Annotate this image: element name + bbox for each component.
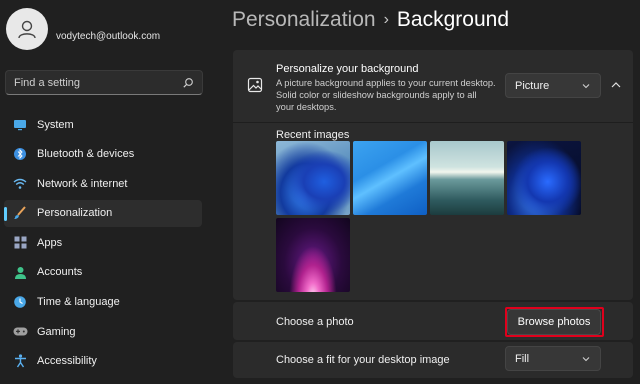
- sidebar-item-bluetooth[interactable]: Bluetooth & devices: [4, 141, 202, 168]
- accessibility-icon: [12, 353, 28, 369]
- recent-image-thumbnail[interactable]: [353, 141, 427, 215]
- recent-image-thumbnail[interactable]: [276, 141, 350, 215]
- sidebar-item-accounts[interactable]: Accounts: [4, 259, 202, 286]
- personalize-background-header[interactable]: Personalize your background A picture ba…: [233, 50, 633, 122]
- divider: [233, 122, 633, 123]
- search-input[interactable]: Find a setting: [14, 77, 80, 89]
- sidebar-item-time-language[interactable]: Time & language: [4, 289, 202, 316]
- background-type-dropdown[interactable]: Picture: [505, 73, 601, 98]
- avatar[interactable]: [6, 8, 48, 50]
- breadcrumb: Personalization › Background: [232, 8, 509, 32]
- apps-icon: [12, 235, 28, 251]
- sidebar-item-gaming[interactable]: Gaming: [4, 318, 202, 345]
- sidebar: vodytech@outlook.com Find a setting Syst…: [0, 0, 212, 384]
- sidebar-item-label: Accessibility: [37, 355, 97, 368]
- sidebar-item-accessibility[interactable]: Accessibility: [4, 348, 202, 375]
- sidebar-item-personalization[interactable]: Personalization: [4, 199, 202, 227]
- sidebar-item-label: Accounts: [37, 266, 83, 279]
- sidebar-item-system[interactable]: System: [4, 111, 202, 138]
- sidebar-item-label: Time & language: [37, 296, 120, 309]
- sidebar-item-label: Apps: [37, 236, 63, 249]
- page-title: Background: [396, 8, 509, 31]
- sidebar-item-network[interactable]: Network & internet: [4, 170, 202, 197]
- bluetooth-icon: [12, 146, 28, 162]
- personalize-background-description: A picture background applies to your cur…: [276, 78, 496, 112]
- breadcrumb-separator: ›: [383, 11, 389, 28]
- search-icon[interactable]: [182, 77, 194, 89]
- personalize-background-title: Personalize your background: [276, 63, 419, 75]
- sidebar-item-label: Gaming: [37, 325, 76, 338]
- person-icon: [12, 264, 28, 280]
- sidebar-item-label: System: [37, 118, 74, 131]
- breadcrumb-parent[interactable]: Personalization: [232, 8, 376, 31]
- sidebar-item-label: Personalization: [37, 207, 113, 220]
- user-icon: [18, 20, 36, 39]
- fit-label: Choose a fit for your desktop image: [276, 354, 450, 366]
- recent-image-thumbnail[interactable]: [276, 218, 350, 292]
- brush-icon: [12, 205, 28, 221]
- chevron-down-icon: [582, 84, 590, 89]
- gamepad-icon: [12, 324, 28, 340]
- personalize-background-card: Personalize your background A picture ba…: [233, 50, 633, 300]
- choose-photo-label: Choose a photo: [276, 316, 354, 328]
- fit-value: Fill: [515, 352, 530, 365]
- recent-images-label: Recent images: [276, 129, 350, 141]
- recent-image-thumbnail[interactable]: [507, 141, 581, 215]
- sidebar-item-label: Bluetooth & devices: [37, 148, 135, 161]
- globe-clock-icon: [12, 294, 28, 310]
- account-email: vodytech@outlook.com: [56, 31, 161, 42]
- recent-image-thumbnail[interactable]: [430, 141, 504, 215]
- chevron-up-icon[interactable]: [610, 80, 622, 90]
- sidebar-nav: System Bluetooth & devices Network & int…: [4, 111, 202, 377]
- monitor-icon: [12, 117, 28, 133]
- wifi-icon: [12, 176, 28, 192]
- sidebar-item-apps[interactable]: Apps: [4, 229, 202, 256]
- sidebar-item-label: Network & internet: [37, 177, 128, 190]
- fit-dropdown[interactable]: Fill: [505, 346, 601, 371]
- main-content: Personalization › Background Personalize y…: [220, 0, 640, 384]
- background-type-value: Picture: [515, 79, 550, 92]
- chevron-down-icon: [582, 357, 590, 362]
- browse-photos-button[interactable]: Browse photos: [507, 309, 601, 335]
- search-box[interactable]: Find a setting: [5, 70, 203, 95]
- image-icon: [247, 77, 263, 93]
